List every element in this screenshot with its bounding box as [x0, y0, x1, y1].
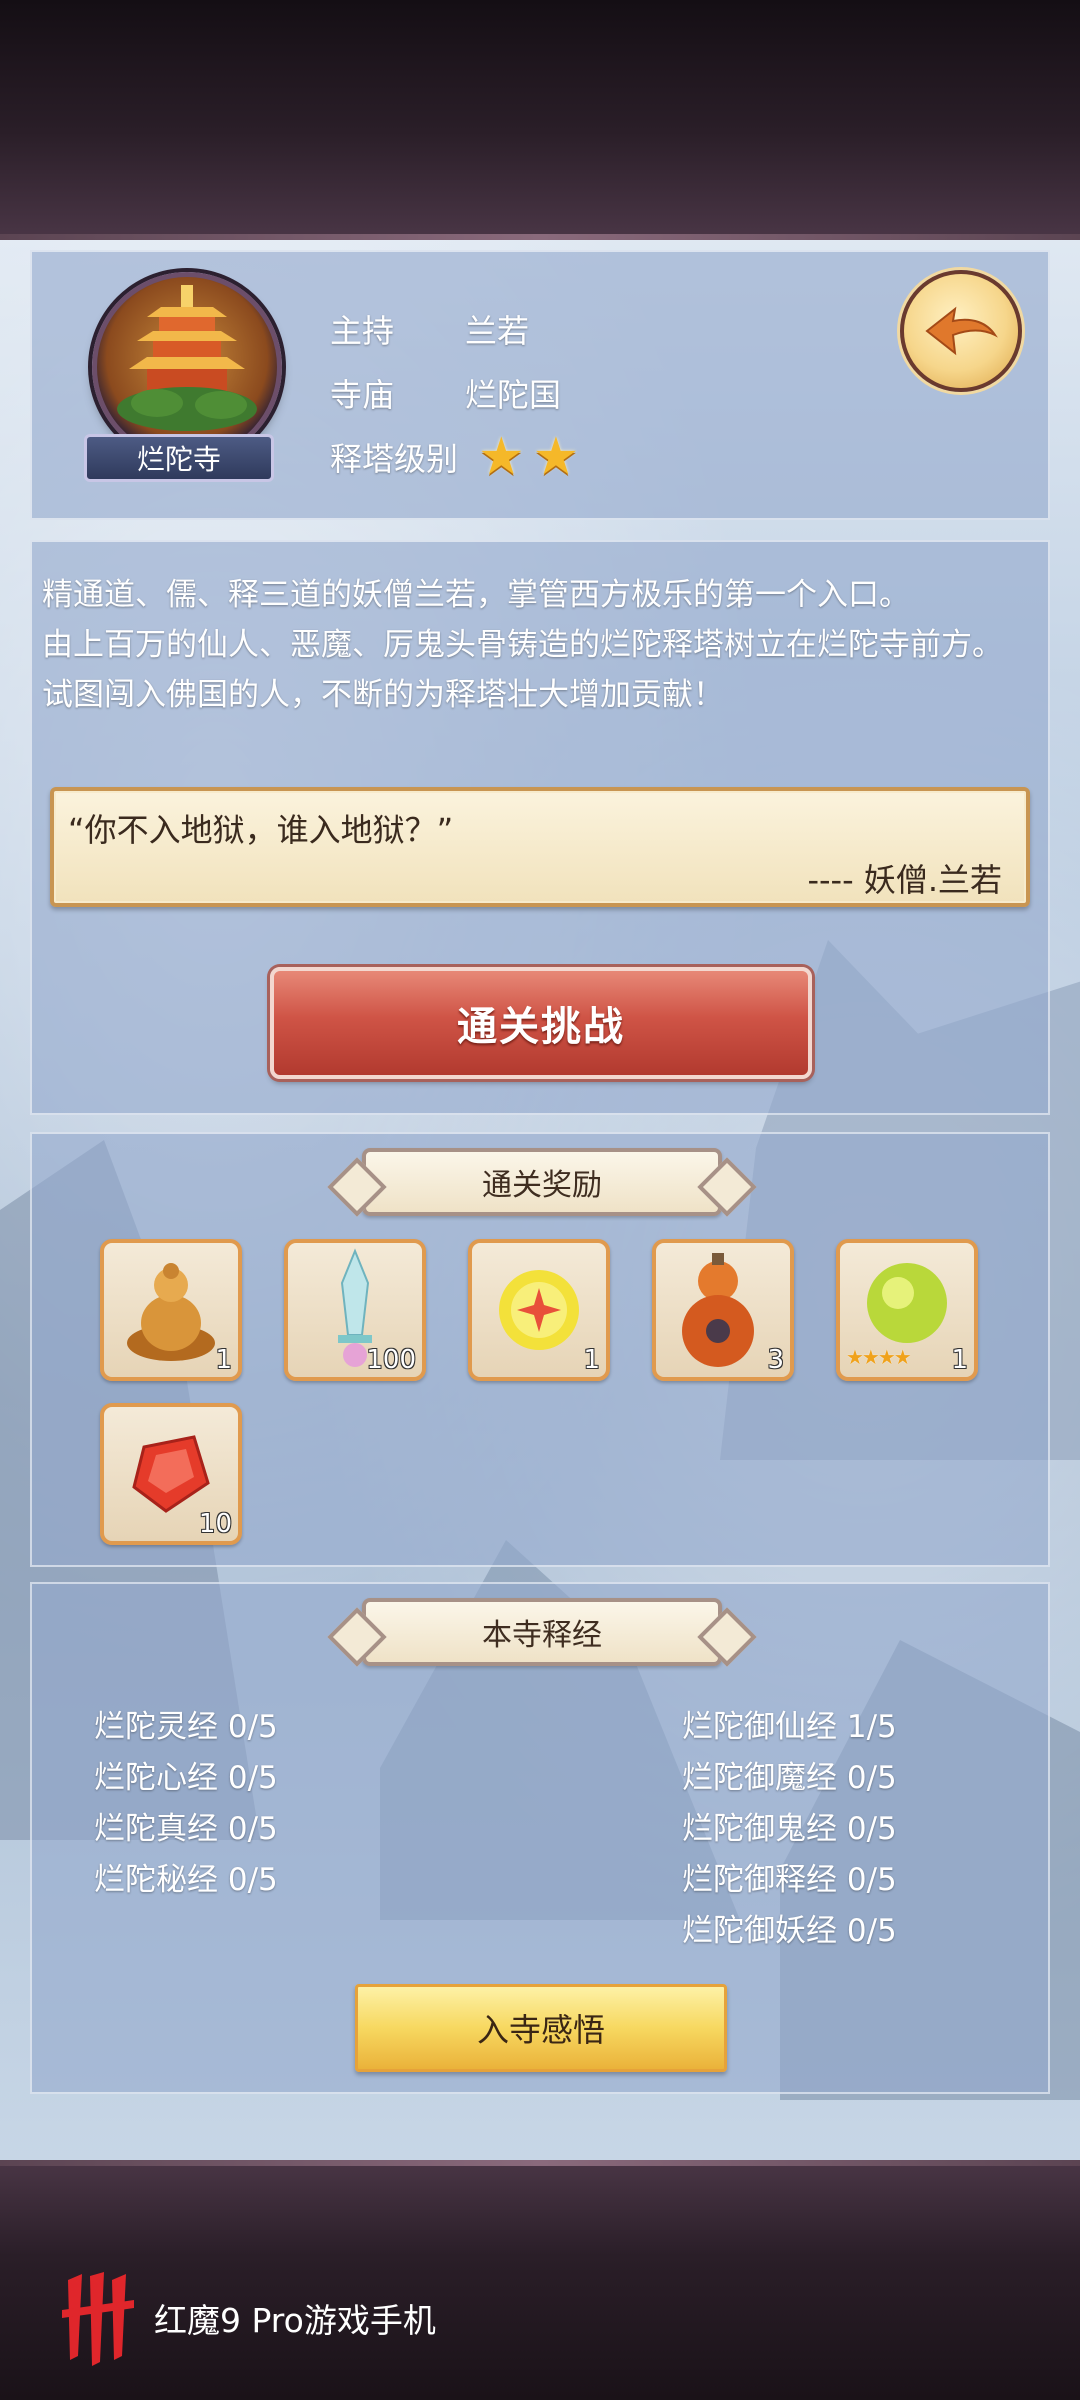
sutra-item: 烂陀秘经 0/5: [94, 1862, 278, 1898]
star-icon: ★: [478, 427, 525, 487]
top-status-band: [0, 0, 1080, 240]
reward-item[interactable]: 1: [468, 1239, 610, 1381]
temple-badge: 烂陀寺: [84, 434, 274, 482]
back-arrow-icon: [925, 306, 998, 356]
reward-count: 1: [583, 1345, 600, 1375]
enter-temple-button[interactable]: 入寺感悟: [355, 1984, 727, 2072]
description-text: 精通道、儒、释三道的妖僧兰若，掌管西方极乐的第一个入口。 由上百万的仙人、恶魔、…: [42, 570, 1042, 720]
sutra-item: 烂陀御魔经 0/5: [682, 1760, 897, 1796]
description-panel: 精通道、儒、释三道的妖僧兰若，掌管西方极乐的第一个入口。 由上百万的仙人、恶魔、…: [30, 540, 1050, 1115]
rewards-title: 通关奖励: [362, 1148, 722, 1216]
temple-row: 寺庙 烂陀国: [330, 361, 579, 425]
sutra-list-right: 烂陀御仙经 1/5 烂陀御魔经 0/5 烂陀御鬼经 0/5 烂陀御释经 0/5 …: [682, 1702, 897, 1957]
reward-item[interactable]: 100: [284, 1239, 426, 1381]
reward-count: 1: [951, 1345, 968, 1375]
description-line: 由上百万的仙人、恶魔、厉鬼头骨铸造的烂陀释塔树立在烂陀寺前方。: [42, 627, 1003, 663]
reward-count: 10: [198, 1509, 232, 1539]
rewards-panel: 通关奖励 1 100 1 3 ★★★★ 1 10: [30, 1132, 1050, 1567]
sutra-item: 烂陀御释经 0/5: [682, 1862, 897, 1898]
sutra-item: 烂陀御鬼经 0/5: [682, 1811, 897, 1847]
sutra-list-left: 烂陀灵经 0/5 烂陀心经 0/5 烂陀真经 0/5 烂陀秘经 0/5: [94, 1702, 278, 1906]
reward-count: 100: [366, 1345, 416, 1375]
quote-scroll: “你不入地狱，谁入地狱？” ---- 妖僧.兰若: [50, 787, 1030, 907]
temple-value: 烂陀国: [465, 376, 562, 414]
brand-text: 红魔9 Pro游戏手机: [154, 2301, 436, 2340]
challenge-button[interactable]: 通关挑战: [270, 967, 812, 1079]
temple-label: 寺庙: [330, 376, 395, 414]
abbot-row: 主持 兰若: [330, 297, 579, 361]
abbot-value: 兰若: [465, 312, 530, 350]
reward-item[interactable]: 3: [652, 1239, 794, 1381]
reward-item[interactable]: 10: [100, 1403, 242, 1545]
reward-stars: ★★★★: [846, 1345, 912, 1369]
quote-author: ---- 妖僧.兰若: [807, 861, 1002, 899]
star-icon: ★: [532, 427, 580, 487]
quote-text: “你不入地狱，谁入地狱？”: [68, 811, 454, 849]
sutra-item: 烂陀御仙经 1/5: [682, 1709, 897, 1745]
back-button[interactable]: [900, 270, 1022, 392]
reward-item[interactable]: 1: [100, 1239, 242, 1381]
pagoda-illustration: [117, 285, 257, 431]
sutra-item: 烂陀真经 0/5: [94, 1811, 278, 1847]
description-line: 试图闯入佛国的人，不断的为释塔壮大增加贡献！: [42, 677, 724, 713]
sutra-item: 烂陀御妖经 0/5: [682, 1913, 897, 1949]
reward-count: 1: [215, 1345, 232, 1375]
reward-count: 3: [767, 1345, 784, 1375]
red-magic-logo-icon: [62, 2272, 134, 2366]
reward-item[interactable]: ★★★★ 1: [836, 1239, 978, 1381]
description-line: 精通道、儒、释三道的妖僧兰若，掌管西方极乐的第一个入口。: [42, 577, 910, 613]
abbot-label: 主持: [330, 312, 395, 350]
sutras-title: 本寺释经: [362, 1598, 722, 1666]
tower-level-row: 释塔级别 ★ ★: [330, 425, 579, 489]
temple-info-rows: 主持 兰若 寺庙 烂陀国 释塔级别 ★ ★: [330, 297, 579, 489]
sutra-item: 烂陀心经 0/5: [94, 1760, 278, 1796]
sutras-panel: 本寺释经 烂陀灵经 0/5 烂陀心经 0/5 烂陀真经 0/5 烂陀秘经 0/5…: [30, 1582, 1050, 2094]
tower-level-stars: ★ ★: [478, 431, 579, 483]
temple-info-panel: 烂陀寺 主持 兰若 寺庙 烂陀国 释塔级别 ★ ★: [30, 250, 1050, 520]
sutra-item: 烂陀灵经 0/5: [94, 1709, 278, 1745]
tower-level-label: 释塔级别: [330, 440, 459, 478]
temple-emblem: 烂陀寺: [82, 272, 282, 492]
brand-watermark: 红魔9 Pro游戏手机: [60, 2270, 436, 2366]
